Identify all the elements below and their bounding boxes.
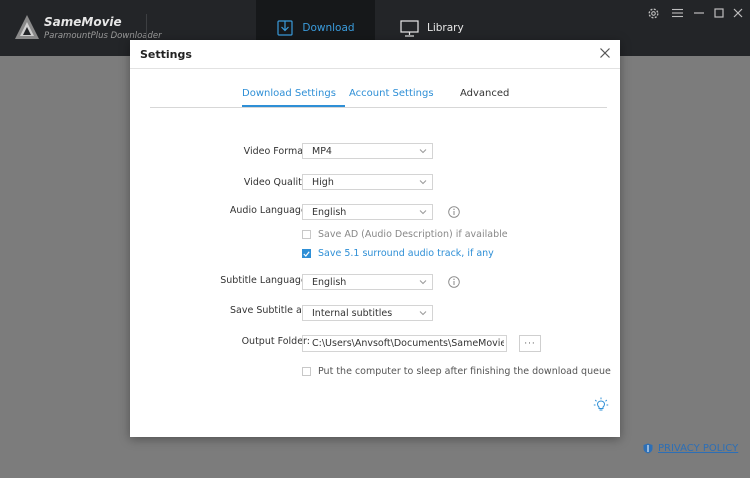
checkmark-icon: [303, 250, 310, 257]
chevron-down-icon: [419, 311, 427, 316]
save-51-option[interactable]: Save 5.1 surround audio track, if any: [302, 248, 494, 259]
window-close-button[interactable]: [731, 6, 745, 20]
output-folder-value: C:\Users\Anvsoft\Documents\SameMovie Pa: [312, 338, 504, 349]
video-quality-label: Video Quality:: [243, 177, 310, 188]
subtitle-language-select[interactable]: English: [302, 274, 433, 290]
save-51-label: Save 5.1 surround audio track, if any: [318, 248, 494, 259]
video-quality-value: High: [312, 177, 334, 188]
menu-icon: [671, 8, 683, 18]
sleep-label: Put the computer to sleep after finishin…: [318, 366, 611, 377]
privacy-policy-link[interactable]: PRIVACY POLICY: [643, 443, 738, 454]
dialog-close-button[interactable]: [598, 46, 612, 60]
video-quality-select[interactable]: High: [302, 174, 433, 190]
gear-icon: [647, 7, 659, 19]
audio-language-value: English: [312, 207, 347, 218]
audio-language-select[interactable]: English: [302, 204, 433, 220]
audio-language-label: Audio Language:: [229, 205, 310, 216]
close-icon: [600, 48, 610, 58]
maximize-button[interactable]: [712, 6, 726, 20]
subtitle-language-value: English: [312, 277, 347, 288]
chevron-down-icon: [419, 280, 427, 285]
dialog-title: Settings: [140, 48, 192, 61]
download-icon: [277, 20, 293, 36]
library-icon: [400, 19, 419, 37]
nav-download-label: Download: [302, 22, 355, 34]
video-format-label: Video Format:: [243, 146, 310, 157]
subtitle-language-label: Subtitle Language:: [220, 275, 310, 286]
sleep-checkbox[interactable]: [302, 367, 311, 376]
divider: [130, 68, 620, 69]
sleep-option[interactable]: Put the computer to sleep after finishin…: [302, 366, 611, 377]
save-subtitle-as-label: Save Subtitle as:: [230, 305, 310, 316]
video-format-select[interactable]: MP4: [302, 143, 433, 159]
save-ad-label: Save AD (Audio Description) if available: [318, 229, 508, 240]
save-51-checkbox[interactable]: [302, 249, 311, 258]
privacy-policy-label: PRIVACY POLICY: [658, 443, 739, 454]
samemovie-logo-icon: [15, 15, 39, 39]
tab-advanced[interactable]: Advanced: [460, 88, 509, 99]
shield-icon: [643, 443, 653, 454]
settings-tabs: Download Settings Account Settings Advan…: [150, 87, 607, 108]
output-folder-field[interactable]: C:\Users\Anvsoft\Documents\SameMovie Pa: [302, 335, 507, 352]
save-subtitle-as-value: Internal subtitles: [312, 308, 393, 319]
menu-button[interactable]: [670, 6, 684, 20]
nav-library-label: Library: [427, 22, 464, 34]
output-folder-label: Output Folder:: [241, 336, 310, 347]
active-tab-indicator: [242, 105, 345, 107]
minimize-icon: [694, 12, 704, 14]
browse-folder-button[interactable]: ···: [519, 335, 541, 352]
lightbulb-icon[interactable]: [593, 397, 609, 413]
info-icon[interactable]: [448, 276, 460, 288]
chevron-down-icon: [419, 149, 427, 154]
video-format-value: MP4: [312, 146, 332, 157]
save-ad-option[interactable]: Save AD (Audio Description) if available: [302, 229, 508, 240]
save-subtitle-as-select[interactable]: Internal subtitles: [302, 305, 433, 321]
chevron-down-icon: [419, 210, 427, 215]
minimize-button[interactable]: [692, 6, 706, 20]
save-ad-checkbox[interactable]: [302, 230, 311, 239]
maximize-icon: [714, 8, 724, 18]
info-icon[interactable]: [448, 206, 460, 218]
tab-account-settings[interactable]: Account Settings: [349, 88, 434, 99]
close-icon: [733, 8, 743, 18]
settings-dialog: Settings Download Settings Account Setti…: [130, 40, 620, 437]
tab-download-settings[interactable]: Download Settings: [242, 88, 336, 99]
chevron-down-icon: [419, 180, 427, 185]
app-name: SameMovie: [44, 15, 122, 29]
settings-button[interactable]: [646, 6, 660, 20]
